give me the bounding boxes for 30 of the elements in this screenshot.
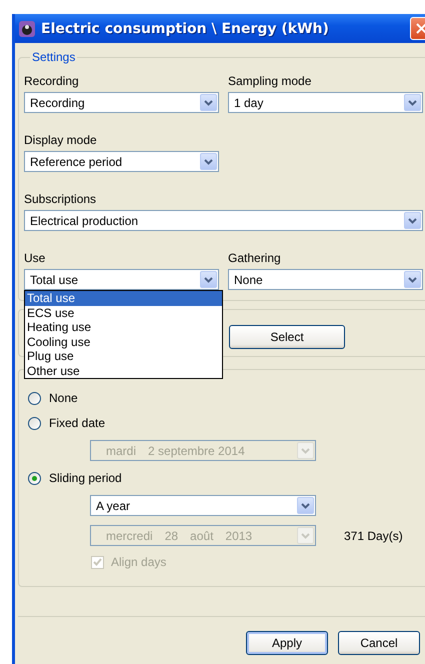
- select-button[interactable]: Select: [229, 325, 345, 349]
- dropdown[interactable]: Total use: [24, 269, 219, 290]
- radio-label[interactable]: Fixed date: [49, 416, 106, 430]
- dropdown[interactable]: None: [228, 269, 423, 290]
- radio-button[interactable]: [28, 416, 41, 430]
- field-label: Display mode: [24, 133, 98, 147]
- dropdown[interactable]: Recording: [24, 92, 219, 113]
- duration-text: 371 Day(s): [344, 528, 403, 542]
- radio-button[interactable]: [28, 472, 41, 484]
- dropdown[interactable]: 1 day: [228, 92, 423, 113]
- radio-label[interactable]: None: [49, 391, 78, 405]
- field-label: Subscriptions: [24, 192, 98, 206]
- app-icon: [19, 20, 35, 36]
- group-title: Settings: [31, 50, 76, 64]
- dialog-button[interactable]: Apply: [246, 631, 328, 655]
- checkbox-label: Align days: [111, 555, 166, 569]
- radio-button[interactable]: [28, 392, 41, 404]
- radio-label[interactable]: Sliding period: [49, 471, 122, 485]
- field-label: Use: [24, 251, 46, 265]
- field-label: Recording: [24, 74, 80, 88]
- dropdown[interactable]: A year: [90, 495, 316, 516]
- window-title: Electric consumption \ Energy (kWh): [41, 20, 329, 36]
- dropdown-option[interactable]: Total use: [25, 291, 222, 306]
- field-label: Gathering: [228, 251, 282, 265]
- dropdown-option[interactable]: ECS use: [25, 306, 222, 320]
- dialog-button[interactable]: Cancel: [338, 631, 420, 655]
- dropdown[interactable]: Electrical production: [24, 210, 423, 231]
- dropdown[interactable]: Reference period: [24, 151, 219, 172]
- close-icon[interactable]: [416, 23, 425, 34]
- field-label: Sampling mode: [228, 74, 312, 88]
